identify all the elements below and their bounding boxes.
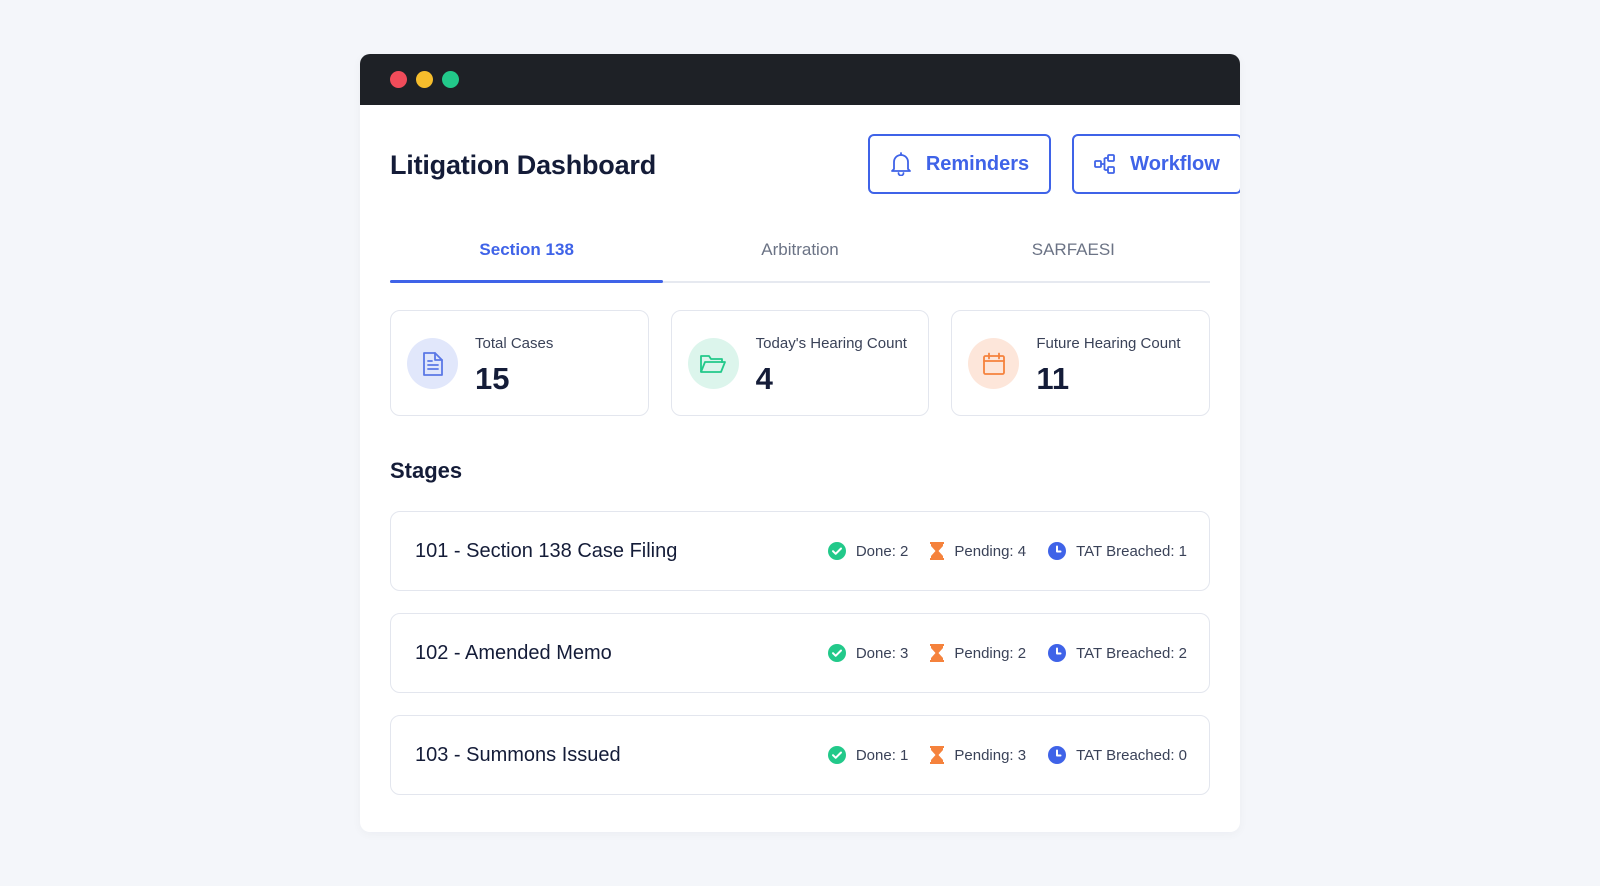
case-type-tabs: Section 138 Arbitration SARFAESI bbox=[390, 225, 1210, 283]
dashboard-content: Litigation Dashboard Reminders Workflow … bbox=[360, 105, 1240, 795]
pending-count: Pending: 4 bbox=[954, 542, 1027, 560]
stage-metrics: Done: 2 Pending: 4 TAT Breached: 1 bbox=[827, 542, 1187, 560]
stage-metrics: Done: 1 Pending: 3 TAT Breached: 0 bbox=[827, 746, 1187, 764]
done-metric: Done: 3 bbox=[827, 644, 909, 662]
tab-section-138[interactable]: Section 138 bbox=[390, 225, 664, 283]
dashboard-header: Litigation Dashboard Reminders Workflow bbox=[390, 105, 1240, 225]
done-count: Done: 1 bbox=[855, 746, 909, 764]
stat-card-total-cases: Total Cases 15 bbox=[390, 310, 649, 416]
tab-sarfaesi[interactable]: SARFAESI bbox=[937, 225, 1210, 281]
reminders-button[interactable]: Reminders bbox=[868, 134, 1051, 194]
workflow-button[interactable]: Workflow bbox=[1072, 134, 1240, 194]
close-window-button[interactable] bbox=[390, 71, 407, 88]
stat-label: Total Cases bbox=[475, 335, 554, 352]
stats-row: Total Cases 15 Today's Hearing Count 4 F… bbox=[390, 310, 1211, 416]
stat-label: Future Hearing Count bbox=[1036, 335, 1181, 352]
stage-row[interactable]: 103 - Summons Issued Done: 1 Pending: 3 bbox=[390, 715, 1210, 795]
stages-list: 101 - Section 138 Case Filing Done: 2 Pe… bbox=[390, 511, 1210, 795]
document-icon bbox=[407, 338, 458, 389]
clock-icon bbox=[1048, 644, 1067, 662]
hourglass-icon bbox=[930, 746, 945, 764]
pending-count: Pending: 3 bbox=[954, 746, 1027, 764]
maximize-window-button[interactable] bbox=[442, 71, 459, 88]
page-title: Litigation Dashboard bbox=[390, 150, 657, 180]
stat-card-todays-hearing: Today's Hearing Count 4 bbox=[670, 310, 930, 416]
calendar-icon bbox=[968, 338, 1020, 389]
folder-open-icon bbox=[687, 338, 739, 389]
stage-metrics: Done: 3 Pending: 2 TAT Breached: 2 bbox=[827, 644, 1187, 662]
tab-arbitration[interactable]: Arbitration bbox=[663, 225, 936, 281]
clock-icon bbox=[1048, 542, 1067, 560]
tat-count: TAT Breached: 1 bbox=[1076, 542, 1187, 560]
done-count: Done: 3 bbox=[855, 644, 909, 662]
app-window: Litigation Dashboard Reminders Workflow … bbox=[360, 54, 1240, 832]
done-metric: Done: 2 bbox=[827, 542, 909, 560]
stat-label: Today's Hearing Count bbox=[755, 335, 907, 352]
stat-card-future-hearing: Future Hearing Count 11 bbox=[951, 310, 1211, 416]
done-count: Done: 2 bbox=[855, 542, 909, 560]
tat-metric: TAT Breached: 2 bbox=[1048, 644, 1187, 662]
pending-metric: Pending: 3 bbox=[930, 746, 1026, 764]
pending-metric: Pending: 2 bbox=[930, 644, 1026, 662]
tat-count: TAT Breached: 2 bbox=[1076, 644, 1187, 662]
stages-title: Stages bbox=[390, 458, 463, 483]
tat-metric: TAT Breached: 0 bbox=[1048, 746, 1187, 764]
window-titlebar bbox=[360, 54, 1240, 105]
tat-count: TAT Breached: 0 bbox=[1076, 746, 1187, 764]
stat-value: 4 bbox=[755, 361, 773, 396]
tat-metric: TAT Breached: 1 bbox=[1048, 542, 1187, 560]
workflow-label: Workflow bbox=[1130, 152, 1220, 175]
done-metric: Done: 1 bbox=[827, 746, 909, 764]
stat-value: 11 bbox=[1036, 361, 1070, 396]
check-circle-icon bbox=[827, 542, 846, 560]
pending-metric: Pending: 4 bbox=[930, 542, 1026, 560]
workflow-icon bbox=[1094, 154, 1116, 174]
hourglass-icon bbox=[930, 542, 945, 560]
stage-row[interactable]: 102 - Amended Memo Done: 3 Pending: 2 TA… bbox=[390, 613, 1210, 693]
clock-icon bbox=[1048, 746, 1067, 764]
stage-row[interactable]: 101 - Section 138 Case Filing Done: 2 Pe… bbox=[390, 511, 1210, 591]
stage-name: 103 - Summons Issued bbox=[415, 743, 621, 766]
check-circle-icon bbox=[827, 746, 846, 764]
stat-value: 15 bbox=[475, 361, 510, 396]
stage-name: 101 - Section 138 Case Filing bbox=[415, 539, 678, 562]
minimize-window-button[interactable] bbox=[416, 71, 433, 88]
check-circle-icon bbox=[827, 644, 846, 662]
reminders-label: Reminders bbox=[925, 152, 1030, 175]
pending-count: Pending: 2 bbox=[954, 644, 1027, 662]
bell-icon bbox=[890, 152, 912, 176]
hourglass-icon bbox=[930, 644, 945, 662]
stage-name: 102 - Amended Memo bbox=[415, 641, 612, 664]
